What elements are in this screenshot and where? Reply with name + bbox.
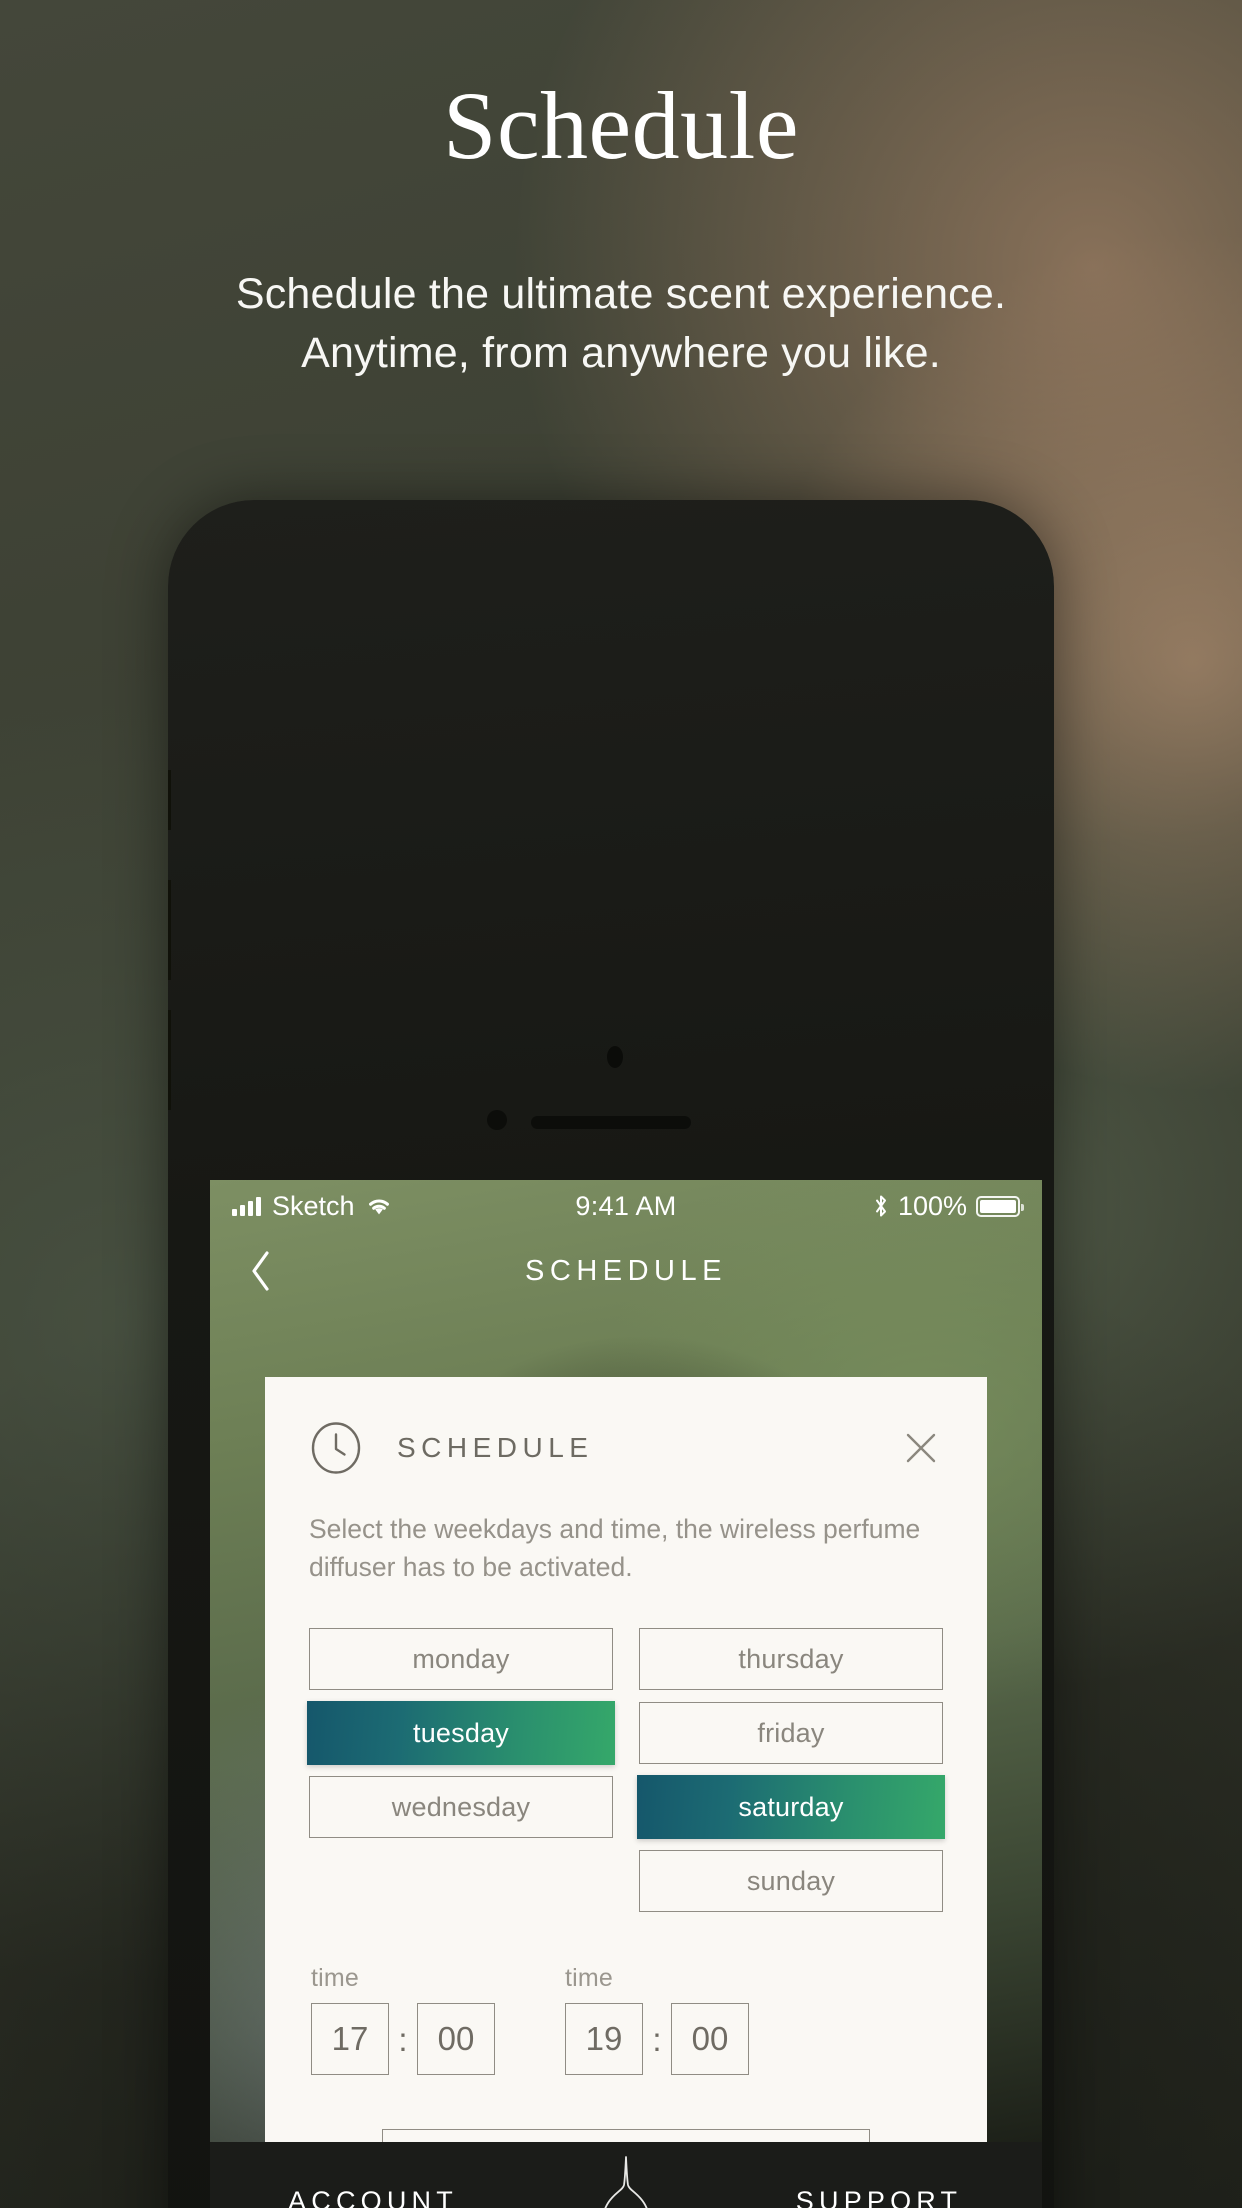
weekday-monday[interactable]: monday bbox=[309, 1628, 613, 1691]
weekday-column-left: monday tuesday wednesday bbox=[307, 1628, 615, 1912]
start-time-hours-input[interactable]: 17 bbox=[311, 2003, 389, 2076]
battery-percent-label: 100% bbox=[897, 1190, 968, 1221]
clock-icon bbox=[311, 1422, 361, 1474]
card-header: SCHEDULE bbox=[309, 1417, 943, 1479]
battery-full-icon bbox=[976, 1195, 1025, 1217]
start-time-minutes-input[interactable]: 00 bbox=[417, 2003, 495, 2076]
phone-screen: Sketch 9:41 AM 100% SCHEDULE SCHEDULE Se… bbox=[210, 1180, 1042, 2208]
phone-speaker bbox=[531, 1116, 691, 1129]
end-time-minutes-input[interactable]: 00 bbox=[671, 2003, 749, 2076]
start-time-separator: : bbox=[398, 2020, 408, 2058]
end-time-separator: : bbox=[652, 2020, 662, 2058]
tab-bar: ACCOUNT SUPPORT bbox=[210, 2142, 1042, 2208]
bluetooth-icon bbox=[875, 1195, 886, 1217]
weekday-selector: monday tuesday wednesday thursday friday… bbox=[307, 1628, 945, 1913]
card-title: SCHEDULE bbox=[397, 1432, 594, 1463]
weekday-friday[interactable]: friday bbox=[639, 1702, 943, 1765]
weekday-saturday[interactable]: saturday bbox=[637, 1775, 945, 1840]
weekday-sunday[interactable]: sunday bbox=[639, 1850, 943, 1913]
tab-account[interactable]: ACCOUNT bbox=[210, 2186, 536, 2208]
close-icon bbox=[906, 1433, 936, 1463]
close-button[interactable] bbox=[899, 1426, 943, 1470]
tab-support[interactable]: SUPPORT bbox=[716, 2186, 1042, 2208]
end-time-label: time bbox=[565, 1964, 614, 1993]
signal-bars-icon bbox=[232, 1196, 261, 1216]
weekday-wednesday[interactable]: wednesday bbox=[309, 1776, 613, 1839]
status-bar-left: Sketch bbox=[232, 1191, 575, 1222]
card-description: Select the weekdays and time, the wirele… bbox=[309, 1514, 921, 1582]
start-time-label: time bbox=[311, 1964, 360, 1993]
nav-bar: SCHEDULE bbox=[210, 1232, 1042, 1310]
weekday-column-right: thursday friday saturday sunday bbox=[637, 1628, 945, 1913]
start-time-row: 17 : 00 bbox=[311, 2003, 495, 2076]
status-bar-clock: 9:41 AM bbox=[575, 1190, 677, 1221]
end-time-hours-input[interactable]: 19 bbox=[565, 2003, 643, 2076]
end-time-group: time 19 : 00 bbox=[565, 1964, 749, 2076]
promo-title: Schedule bbox=[443, 72, 799, 179]
phone-sensor bbox=[607, 1046, 623, 1068]
time-selectors: time 17 : 00 time 19 : 00 bbox=[309, 1964, 943, 2076]
schedule-card: SCHEDULE Select the weekdays and time, t… bbox=[265, 1377, 987, 2208]
phone-volume-up-button bbox=[168, 880, 171, 980]
phone-mute-switch bbox=[168, 770, 171, 830]
weekday-tuesday[interactable]: tuesday bbox=[307, 1701, 615, 1766]
page-title: SCHEDULE bbox=[525, 1254, 727, 1287]
carrier-label: Sketch bbox=[272, 1190, 355, 1221]
status-bar-right: 100% bbox=[677, 1190, 1025, 1222]
wifi-icon bbox=[368, 1199, 389, 1215]
promo-subtitle-line-2: Anytime, from anywhere you like. bbox=[301, 329, 941, 378]
start-time-group: time 17 : 00 bbox=[311, 1964, 495, 2076]
phone-camera bbox=[487, 1110, 507, 1130]
phone-volume-down-button bbox=[168, 1010, 171, 1110]
promo-subtitle: Schedule the ultimate scent experience. … bbox=[0, 265, 1242, 384]
promo-page: Schedule Schedule the ultimate scent exp… bbox=[0, 0, 1242, 2208]
promo-subtitle-line-1: Schedule the ultimate scent experience. bbox=[235, 270, 1007, 318]
end-time-row: 19 : 00 bbox=[565, 2003, 749, 2076]
weekday-thursday[interactable]: thursday bbox=[639, 1628, 943, 1691]
diffuser-icon bbox=[604, 2156, 648, 2208]
phone-mockup: Sketch 9:41 AM 100% SCHEDULE SCHEDULE Se… bbox=[168, 500, 1054, 2208]
status-bar: Sketch 9:41 AM 100% bbox=[210, 1180, 1042, 1232]
tab-home[interactable] bbox=[536, 2153, 716, 2208]
